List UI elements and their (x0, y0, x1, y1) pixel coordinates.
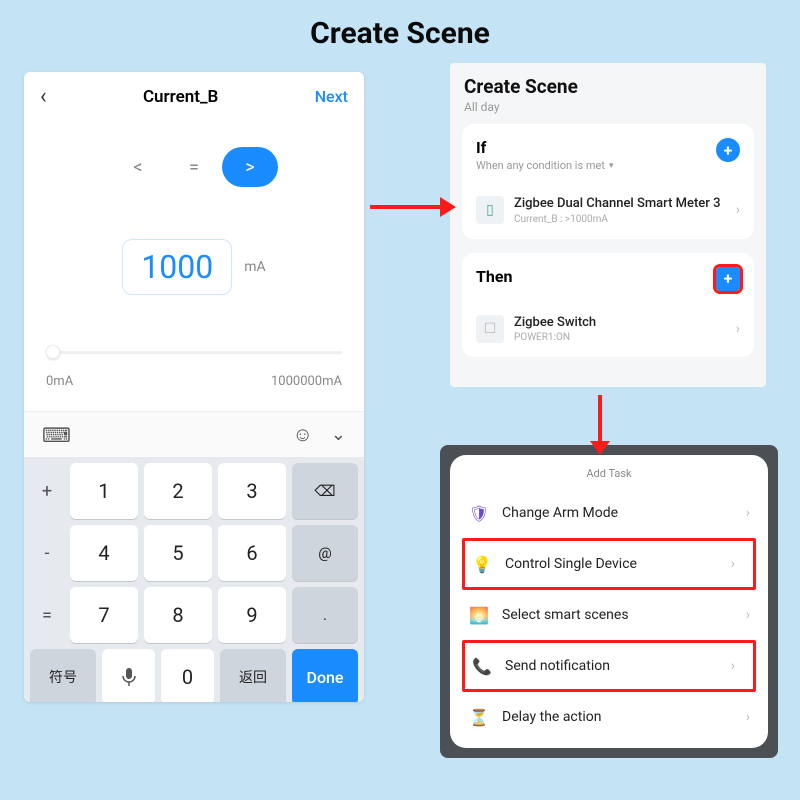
sunrise-icon: 🌅 (468, 604, 490, 626)
if-label: If (476, 138, 613, 157)
task-label: Delay the action (502, 709, 601, 725)
task-change-arm-mode[interactable]: 🛡 Change Arm Mode › (450, 488, 768, 538)
operator-equals[interactable]: = (166, 147, 222, 187)
arrow-2-line (598, 395, 602, 443)
collapse-keyboard-icon[interactable]: ⌄ (331, 424, 346, 445)
bulb-icon: 💡 (471, 553, 493, 575)
key-9[interactable]: 9 (218, 587, 286, 643)
next-button[interactable]: Next (315, 87, 348, 106)
key-plus[interactable]: + (30, 463, 64, 519)
key-2[interactable]: 2 (144, 463, 212, 519)
if-device-detail: Current_B : >1000mA (514, 214, 720, 225)
add-condition-button[interactable]: + (716, 138, 740, 162)
numeric-keyboard: + 1 2 3 ⌫ - 4 5 6 @ = 7 8 9 . 符号 0 返回 D (24, 457, 364, 702)
task-label: Control Single Device (505, 556, 637, 572)
chevron-right-icon: › (731, 556, 735, 572)
key-minus[interactable]: - (30, 525, 64, 581)
slider-thumb[interactable] (46, 345, 60, 359)
operator-selector: < = > (24, 147, 364, 187)
operator-greater-than[interactable]: > (222, 147, 278, 187)
arrow-1-head-icon (440, 197, 456, 217)
emoji-icon[interactable]: ☺ (292, 422, 312, 447)
highlight-box: 💡 Control Single Device › (462, 538, 756, 590)
arrow-2-head-icon (590, 441, 610, 455)
hourglass-icon: ⏳ (468, 706, 490, 728)
chevron-right-icon: › (731, 658, 735, 674)
back-icon[interactable]: ‹ (40, 84, 47, 109)
key-at[interactable]: @ (292, 525, 358, 581)
value-unit: mA (244, 259, 265, 275)
then-label: Then (476, 267, 512, 286)
key-5[interactable]: 5 (144, 525, 212, 581)
chevron-right-icon: › (746, 607, 750, 623)
key-8[interactable]: 8 (144, 587, 212, 643)
then-device-row[interactable]: ☐ Zigbee Switch POWER1:ON › (476, 305, 740, 344)
if-card: If When any condition is met ▾ + ▯ Zigbe… (462, 124, 754, 239)
screen-title: Current_B (143, 87, 218, 107)
chevron-right-icon: › (746, 505, 750, 521)
task-label: Change Arm Mode (502, 505, 618, 521)
meter-icon: ▯ (476, 196, 504, 224)
then-device-detail: POWER1:ON (514, 332, 596, 343)
add-action-button[interactable]: + (716, 267, 740, 291)
key-6[interactable]: 6 (218, 525, 286, 581)
key-symbols[interactable]: 符号 (30, 649, 96, 702)
key-0[interactable]: 0 (161, 649, 214, 702)
switch-icon: ☐ (476, 315, 504, 343)
key-equals[interactable]: = (30, 587, 64, 643)
keyboard-toolbar: ⌨ ☺ ⌄ (24, 411, 364, 457)
key-7[interactable]: 7 (70, 587, 138, 643)
key-dot[interactable]: . (292, 587, 358, 643)
range-max: 1000000mA (271, 374, 342, 389)
highlight-box: 📞 Send notification › (462, 640, 756, 692)
value-input-screen: ‹ Current_B Next < = > 1000 mA 0mA 10000… (24, 72, 364, 702)
phone-message-icon: 📞 (471, 655, 493, 677)
chevron-right-icon: › (736, 202, 740, 218)
operator-less-than[interactable]: < (110, 147, 166, 187)
create-scene-screen: Create Scene All day If When any conditi… (450, 63, 766, 387)
key-3[interactable]: 3 (218, 463, 286, 519)
if-condition-text: When any condition is met (476, 159, 605, 172)
if-device-row[interactable]: ▯ Zigbee Dual Channel Smart Meter 3 Curr… (476, 186, 740, 225)
dropdown-icon[interactable]: ▾ (609, 161, 614, 171)
then-device-name: Zigbee Switch (514, 315, 596, 331)
value-input[interactable]: 1000 (122, 239, 232, 295)
page-title: Create Scene (0, 16, 800, 51)
key-mic[interactable] (102, 649, 155, 702)
chevron-right-icon: › (736, 321, 740, 337)
task-label: Select smart scenes (502, 607, 629, 623)
task-delay-action[interactable]: ⏳ Delay the action › (450, 692, 768, 742)
shield-icon: 🛡 (468, 502, 490, 524)
add-task-sheet: Add Task 🛡 Change Arm Mode › 💡 Control S… (440, 445, 778, 758)
value-slider[interactable] (46, 351, 342, 354)
task-control-single-device[interactable]: 💡 Control Single Device › (465, 541, 753, 587)
scene-title: Create Scene (462, 75, 754, 98)
if-device-name: Zigbee Dual Channel Smart Meter 3 (514, 196, 720, 212)
key-return[interactable]: 返回 (220, 649, 286, 702)
add-task-title: Add Task (450, 467, 768, 488)
task-label: Send notification (505, 658, 610, 674)
arrow-1-line (370, 205, 442, 209)
key-4[interactable]: 4 (70, 525, 138, 581)
scene-subtitle: All day (462, 98, 754, 124)
range-min: 0mA (46, 374, 73, 389)
task-send-notification[interactable]: 📞 Send notification › (465, 643, 753, 689)
key-done[interactable]: Done (292, 649, 358, 702)
chevron-right-icon: › (746, 709, 750, 725)
then-card: Then + ☐ Zigbee Switch POWER1:ON › (462, 253, 754, 358)
task-select-smart-scenes[interactable]: 🌅 Select smart scenes › (450, 590, 768, 640)
key-1[interactable]: 1 (70, 463, 138, 519)
key-backspace[interactable]: ⌫ (292, 463, 358, 519)
keyboard-icon[interactable]: ⌨ (42, 423, 71, 447)
